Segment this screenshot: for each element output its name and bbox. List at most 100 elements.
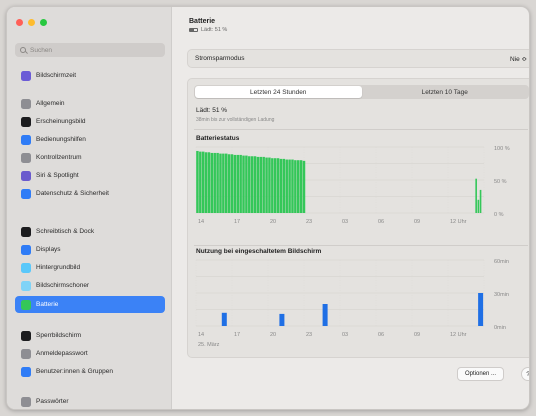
sidebar-item-datenschutz[interactable]: Datenschutz & Sicherheit	[15, 185, 165, 202]
sidebar-item-passwoerter[interactable]: Passwörter	[15, 393, 165, 409]
x-tick-label: 09	[414, 219, 420, 225]
y-tick-label: 50 %	[494, 179, 507, 185]
battery-bar	[285, 159, 288, 213]
search-placeholder: Suchen	[30, 46, 53, 54]
usage-bar	[322, 304, 328, 326]
y-tick-label: 0 %	[494, 212, 504, 218]
x-tick-label: 12 Uhr	[450, 332, 467, 338]
sidebar-item-label: Bedienungshilfen	[36, 136, 86, 143]
control-center-icon	[21, 152, 31, 163]
charge-status: Lädt: 51 %	[196, 107, 228, 114]
help-button[interactable]: ?	[521, 367, 529, 381]
sidebar-item-label: Displays	[36, 246, 61, 253]
battery-bar	[477, 199, 480, 213]
battery-bar	[282, 158, 286, 213]
gear-icon	[21, 98, 31, 109]
charging-subtitle-text: Lädt: 51 %	[201, 27, 228, 33]
sidebar-item-label: Erscheinungsbild	[36, 118, 86, 125]
sidebar-item-allgemein[interactable]: Allgemein	[15, 95, 165, 112]
window-controls	[16, 19, 47, 26]
battery-bar	[268, 157, 271, 213]
wallpaper-icon	[21, 262, 31, 273]
sidebar-item-bedienungshilfen[interactable]: Bedienungshilfen	[15, 131, 165, 148]
sidebar-item-siri-spotlight[interactable]: Siri & Spotlight	[15, 167, 165, 184]
battery-bar	[273, 158, 277, 213]
key-icon	[21, 396, 31, 407]
sidebar-item-label: Benutzer:innen & Gruppen	[36, 368, 113, 375]
energy-mode-label: Stromsparmodus	[195, 55, 245, 62]
battery-bar	[299, 160, 303, 213]
battery-bar	[253, 156, 257, 213]
battery-bar	[248, 156, 251, 213]
minimize-button[interactable]	[28, 19, 35, 26]
x-tick-label: 23	[306, 332, 312, 338]
sidebar-item-anmeldepasswort[interactable]: Anmeldepasswort	[15, 345, 165, 362]
battery-bar	[271, 158, 274, 213]
screen-usage-chart: 60min 30min 0min 14 17 20 23 03 06 09 12 Uhr 25. Mä…	[195, 259, 509, 348]
battery-bar	[288, 159, 291, 213]
battery-bar	[245, 155, 248, 213]
sidebar-item-schreibtisch-dock[interactable]: Schreibtisch & Dock	[15, 223, 165, 240]
sidebar-item-label: Siri & Spotlight	[36, 172, 79, 179]
siri-icon	[21, 170, 31, 181]
energy-mode-row: Stromsparmodus Nie ≎	[187, 49, 529, 68]
tab-last-10-days[interactable]: Letzten 10 Tage	[362, 86, 529, 98]
battery-bar	[210, 152, 214, 213]
sidebar-item-displays[interactable]: Displays	[15, 241, 165, 258]
lock-icon	[21, 330, 31, 341]
sidebar-item-benutzer-gruppen[interactable]: Benutzer:innen & Gruppen	[15, 363, 165, 380]
hand-icon	[21, 188, 31, 199]
usage-bar	[221, 312, 227, 326]
sidebar-item-label: Bildschirmschoner	[36, 282, 90, 289]
x-tick-label: 03	[342, 219, 348, 225]
zoom-button[interactable]	[40, 19, 47, 26]
close-button[interactable]	[16, 19, 23, 26]
battery-bar	[230, 154, 234, 213]
sidebar-item-batterie[interactable]: Batterie	[15, 296, 165, 313]
battery-chart-title: Batteriestatus	[196, 135, 240, 142]
x-tick-label: 06	[378, 219, 384, 225]
search-input[interactable]: Suchen	[15, 43, 165, 57]
display-icon	[21, 244, 31, 255]
sidebar-item-bildschirmschoner[interactable]: Bildschirmschoner	[15, 277, 165, 294]
sidebar-item-kontrollzentrum[interactable]: Kontrollzentrum	[15, 149, 165, 166]
users-icon	[21, 366, 31, 377]
key-icon	[21, 348, 31, 359]
usage-chart-title: Nutzung bei eingeschaltetem Bildschirm	[196, 248, 322, 255]
battery-bar	[225, 153, 228, 213]
sidebar-item-hintergrundbild[interactable]: Hintergrundbild	[15, 259, 165, 276]
sidebar-item-label: Batterie	[36, 301, 59, 308]
options-button[interactable]: Optionen ...	[457, 367, 505, 381]
sidebar-item-label: Datenschutz & Sicherheit	[36, 190, 109, 197]
sidebar-item-label: Allgemein	[36, 100, 65, 107]
y-tick-label: 100 %	[494, 146, 510, 152]
battery-bar	[196, 150, 199, 213]
sidebar-item-bildschirmzeit[interactable]: Bildschirmzeit	[15, 67, 165, 84]
main-pane: Batterie Lädt: 51 % Stromsparmodus Nie ≎…	[173, 7, 529, 409]
tab-last-24-hours[interactable]: Letzten 24 Stunden	[195, 86, 362, 98]
energy-mode-popup[interactable]: Nie ≎	[510, 55, 527, 63]
battery-bar	[239, 154, 242, 213]
usage-bar	[478, 293, 484, 326]
sidebar-item-sperrbildschirm[interactable]: Sperrbildschirm	[15, 327, 165, 344]
x-tick-label: 20	[270, 332, 276, 338]
battery-bar	[256, 156, 260, 213]
battery-bar	[227, 154, 231, 213]
screensaver-icon	[21, 280, 31, 291]
battery-bar	[297, 160, 300, 213]
appearance-icon	[21, 116, 31, 127]
x-tick-label: 14	[198, 219, 204, 225]
battery-bar	[276, 158, 280, 213]
sidebar-item-label: Anmeldepasswort	[36, 350, 88, 357]
divider	[194, 129, 528, 130]
battery-bar	[207, 152, 211, 213]
battery-bar	[291, 159, 294, 213]
battery-bar	[302, 160, 306, 213]
x-tick-label: 12 Uhr	[450, 219, 467, 225]
battery-level-chart: 100 % 50 % 0 % 14 17 20 23 03 06 09 12 Uhr	[195, 146, 510, 225]
y-tick-label: 30min	[494, 292, 509, 298]
accessibility-icon	[21, 134, 31, 145]
x-tick-label: 20	[270, 219, 276, 225]
battery-bar	[216, 152, 219, 213]
sidebar-item-erscheinungsbild[interactable]: Erscheinungsbild	[15, 113, 165, 130]
